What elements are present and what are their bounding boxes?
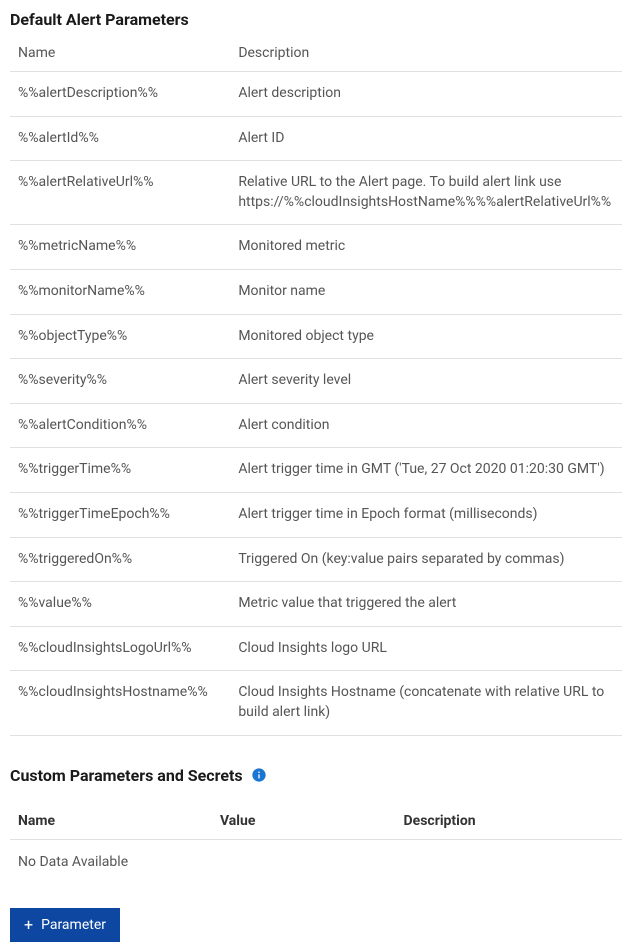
table-row: %%alertDescription%%Alert description (10, 72, 622, 117)
default-section-title: Default Alert Parameters (10, 10, 622, 29)
table-row: %%metricName%%Monitored metric (10, 225, 622, 270)
param-description: Monitored metric (230, 225, 622, 270)
param-name: %%alertId%% (10, 116, 230, 161)
table-empty-row: No Data Available (10, 839, 622, 884)
param-description: Monitor name (230, 269, 622, 314)
default-header-name: Name (10, 35, 230, 72)
param-description: Cloud Insights logo URL (230, 626, 622, 671)
custom-header-value: Value (212, 803, 396, 840)
param-name: %%triggerTime%% (10, 448, 230, 493)
table-row: %%cloudInsightsLogoUrl%%Cloud Insights l… (10, 626, 622, 671)
table-row: %%cloudInsightsHostname%%Cloud Insights … (10, 671, 622, 735)
custom-params-table: Name Value Description No Data Available (10, 803, 622, 884)
param-name: %%triggerTimeEpoch%% (10, 492, 230, 537)
param-description: Alert severity level (230, 359, 622, 404)
param-name: %%value%% (10, 582, 230, 627)
param-description: Triggered On (key:value pairs separated … (230, 537, 622, 582)
table-row: %%triggerTimeEpoch%%Alert trigger time i… (10, 492, 622, 537)
table-row: %%alertCondition%%Alert condition (10, 403, 622, 448)
param-description: Alert condition (230, 403, 622, 448)
param-name: %%triggeredOn%% (10, 537, 230, 582)
add-parameter-button[interactable]: + Parameter (10, 908, 120, 942)
table-row: %%objectType%%Monitored object type (10, 314, 622, 359)
table-row: %%severity%%Alert severity level (10, 359, 622, 404)
param-description: Monitored object type (230, 314, 622, 359)
param-name: %%objectType%% (10, 314, 230, 359)
table-row: %%alertId%%Alert ID (10, 116, 622, 161)
param-description: Alert trigger time in GMT ('Tue, 27 Oct … (230, 448, 622, 493)
param-description: Metric value that triggered the alert (230, 582, 622, 627)
custom-header-description: Description (396, 803, 622, 840)
param-name: %%cloudInsightsHostname%% (10, 671, 230, 735)
add-button-label: Parameter (41, 917, 106, 933)
param-description: Cloud Insights Hostname (concatenate wit… (230, 671, 622, 735)
param-description: Alert trigger time in Epoch format (mill… (230, 492, 622, 537)
table-row: %%triggerTime%%Alert trigger time in GMT… (10, 448, 622, 493)
plus-icon: + (24, 917, 33, 933)
param-name: %%monitorName%% (10, 269, 230, 314)
param-name: %%cloudInsightsLogoUrl%% (10, 626, 230, 671)
param-name: %%alertCondition%% (10, 403, 230, 448)
no-data-text: No Data Available (10, 839, 622, 884)
custom-header-name: Name (10, 803, 212, 840)
param-name: %%alertRelativeUrl%% (10, 161, 230, 225)
param-name: %%severity%% (10, 359, 230, 404)
param-name: %%metricName%% (10, 225, 230, 270)
param-description: Relative URL to the Alert page. To build… (230, 161, 622, 225)
default-header-description: Description (230, 35, 622, 72)
table-row: %%value%%Metric value that triggered the… (10, 582, 622, 627)
table-row: %%alertRelativeUrl%%Relative URL to the … (10, 161, 622, 225)
param-description: Alert description (230, 72, 622, 117)
param-name: %%alertDescription%% (10, 72, 230, 117)
default-params-table: Name Description %%alertDescription%%Ale… (10, 35, 622, 736)
custom-section-title: Custom Parameters and Secrets (10, 766, 243, 785)
table-row: %%triggeredOn%%Triggered On (key:value p… (10, 537, 622, 582)
table-row: %%monitorName%%Monitor name (10, 269, 622, 314)
param-description: Alert ID (230, 116, 622, 161)
info-icon[interactable] (251, 767, 267, 783)
